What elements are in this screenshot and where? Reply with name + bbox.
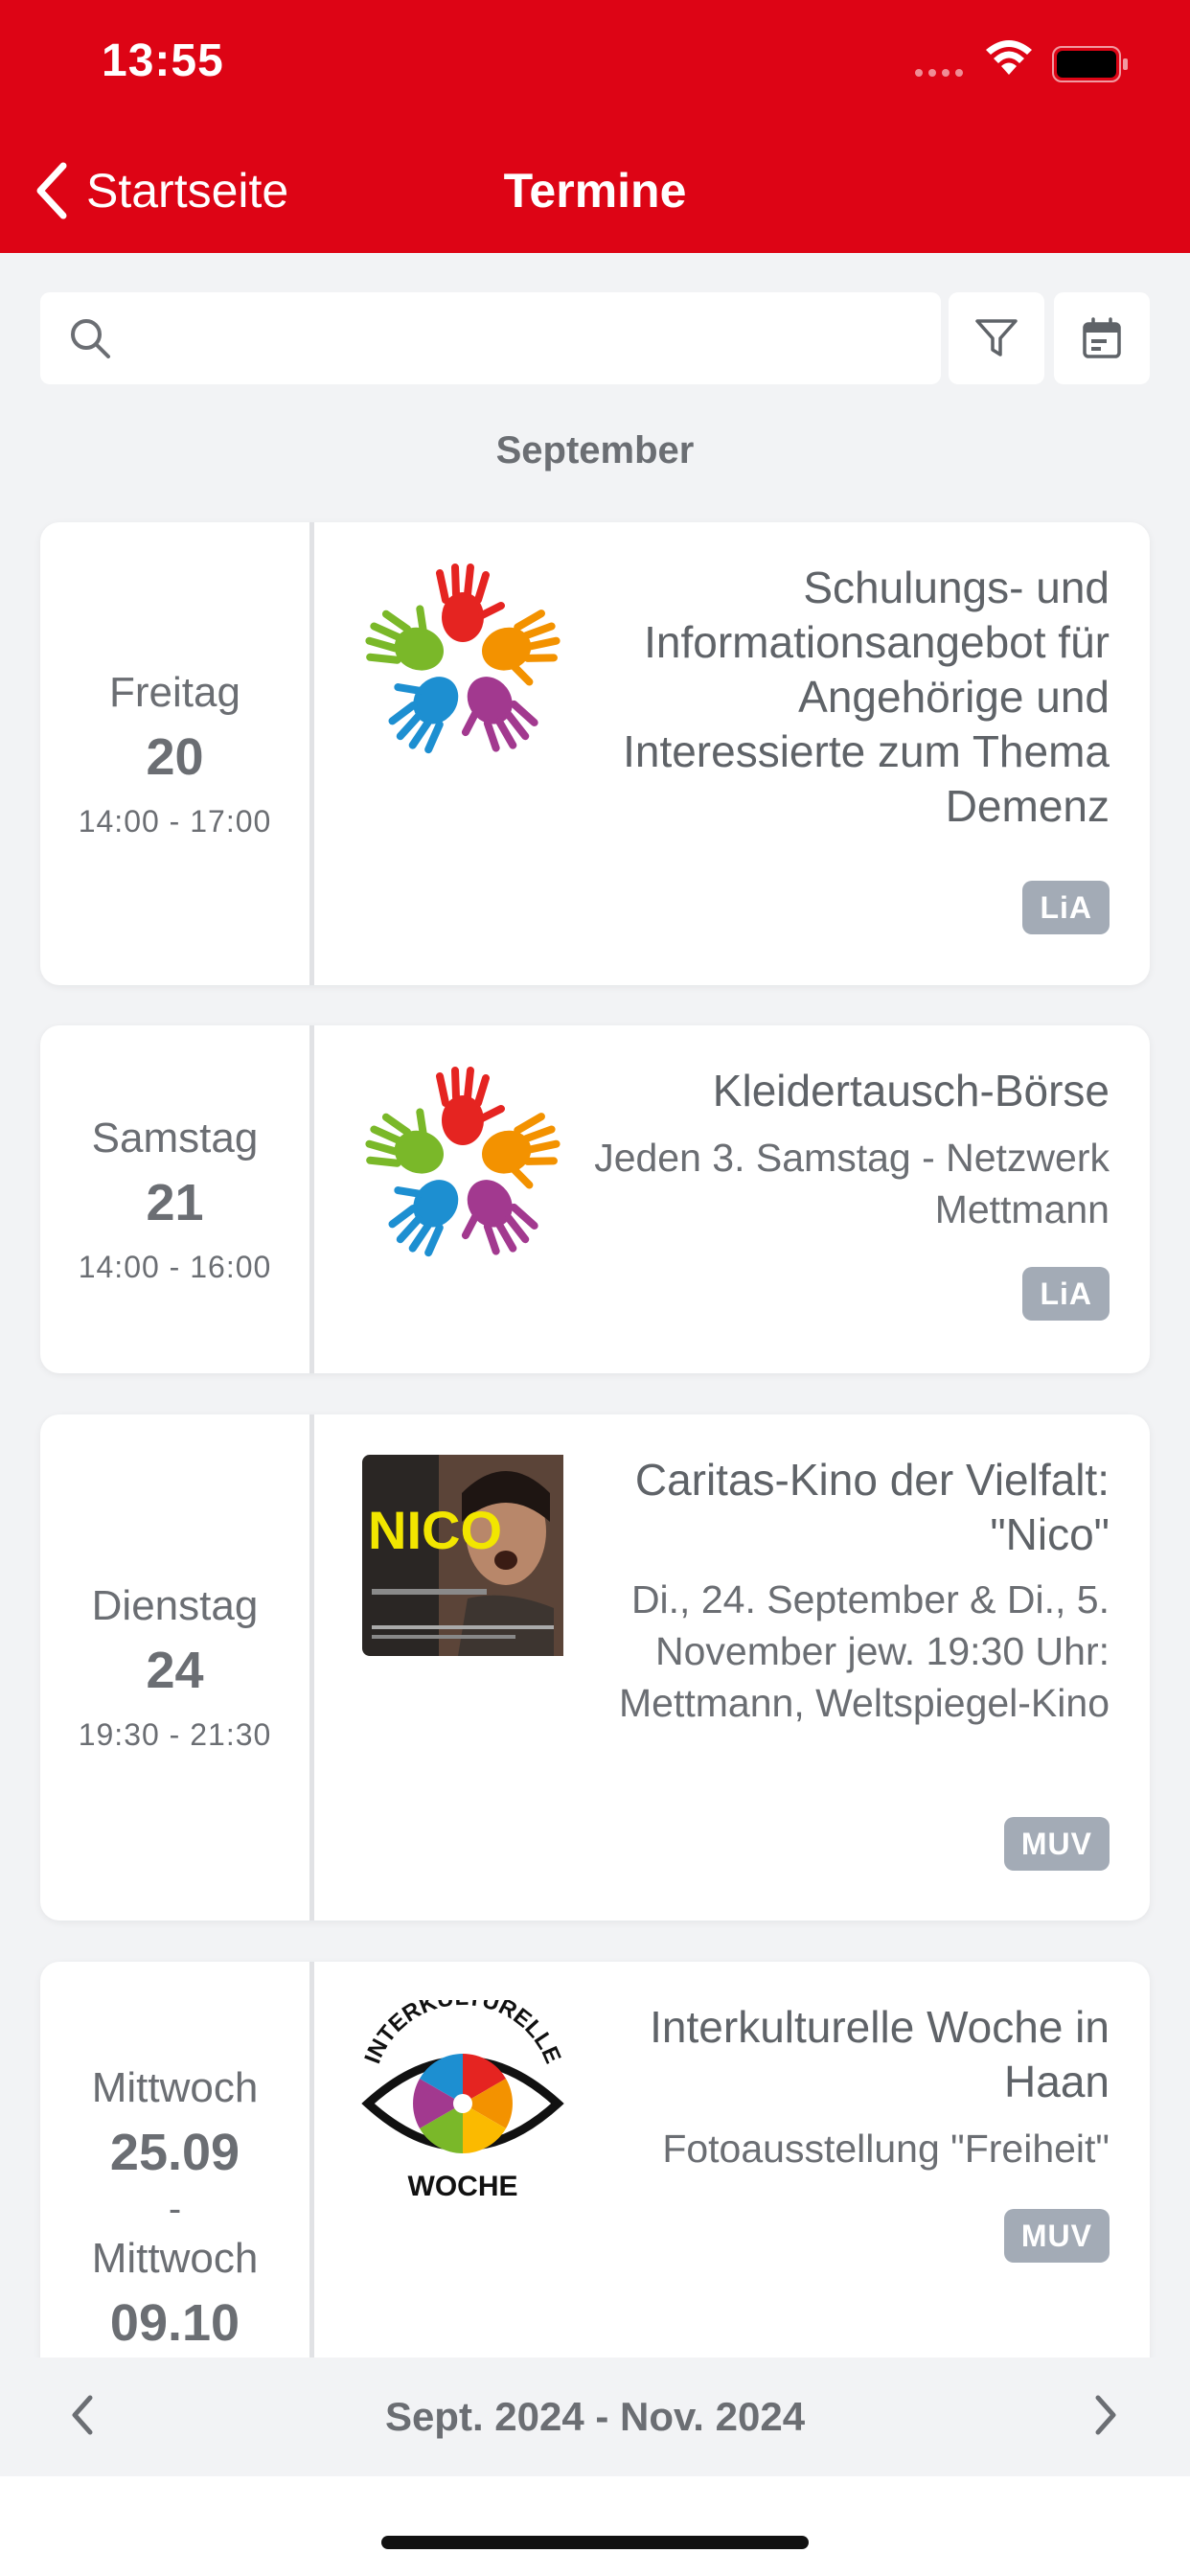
poster-title: NICO bbox=[368, 1500, 502, 1560]
event-card[interactable]: Freitag 20 14:00 - 17:00 Schulungs- und … bbox=[40, 522, 1150, 985]
category-badge: MUV bbox=[1003, 1817, 1110, 1871]
battery-icon bbox=[1052, 46, 1128, 82]
colorful-hands-logo bbox=[365, 1067, 561, 1257]
home-indicator[interactable] bbox=[381, 2536, 809, 2549]
event-subtitle: Jeden 3. Samstag - Netzwerk Mettmann bbox=[594, 1136, 1110, 1231]
cellular-signal-icon bbox=[915, 69, 963, 77]
event-title: Interkulturelle Woche in Haan bbox=[650, 2002, 1110, 2106]
event-subtitle: Fotoausstellung "Freiheit" bbox=[662, 2127, 1110, 2171]
event-day: 25.09 bbox=[109, 2124, 240, 2181]
filter-button[interactable] bbox=[949, 292, 1044, 384]
date-range-label: Sept. 2024 - Nov. 2024 bbox=[384, 2394, 806, 2439]
event-title: Caritas-Kino der Vielfalt: "Nico" bbox=[634, 1455, 1110, 1559]
event-date: Samstag 21 14:00 - 16:00 bbox=[40, 1025, 314, 1373]
svg-text:WOCHE: WOCHE bbox=[408, 2171, 518, 2202]
event-weekday: Mittwoch bbox=[91, 2064, 259, 2111]
event-time: 14:00 - 17:00 bbox=[78, 803, 272, 839]
event-time: 19:30 - 21:30 bbox=[78, 1717, 272, 1752]
calendar-button[interactable] bbox=[1054, 292, 1150, 384]
event-date: Dienstag 24 19:30 - 21:30 bbox=[40, 1414, 314, 1920]
event-text: Kleidertausch-Börse Jeden 3. Samstag - N… bbox=[573, 1064, 1110, 1235]
search-input[interactable] bbox=[136, 311, 922, 365]
event-day: 21 bbox=[146, 1173, 204, 1231]
page-title: Termine bbox=[503, 164, 687, 218]
nico-movie-poster: NICO bbox=[362, 1455, 563, 1656]
category-badge: MUV bbox=[1003, 2209, 1110, 2263]
chevron-right-icon bbox=[1095, 2395, 1116, 2435]
app-header: 13:55 Startseite Termine bbox=[0, 0, 1190, 253]
event-text: Caritas-Kino der Vielfalt: "Nico" Di., 2… bbox=[573, 1453, 1110, 1729]
event-weekday: Samstag bbox=[91, 1114, 259, 1162]
event-title: Kleidertausch-Börse bbox=[712, 1066, 1110, 1116]
wifi-icon bbox=[986, 40, 1032, 75]
category-badge: LiA bbox=[1022, 1267, 1110, 1321]
event-card[interactable]: Dienstag 24 19:30 - 21:30 NICO Caritas-K… bbox=[40, 1414, 1150, 1920]
calendar-icon bbox=[1083, 317, 1121, 358]
next-range-button[interactable] bbox=[1083, 2386, 1131, 2449]
event-day: 20 bbox=[146, 727, 204, 786]
event-text: Schulungs- und Informationsangebot für A… bbox=[573, 561, 1110, 834]
month-header: September bbox=[495, 429, 695, 472]
category-badge: LiA bbox=[1022, 881, 1110, 934]
event-card[interactable]: Samstag 21 14:00 - 16:00 Kleidertausch-B… bbox=[40, 1025, 1150, 1373]
status-time: 13:55 bbox=[102, 35, 224, 86]
interkulturelle-woche-logo: INTERKULTURELLE WOCHE bbox=[360, 2000, 565, 2202]
event-text: Interkulturelle Woche in Haan Fotoausste… bbox=[573, 2000, 1110, 2174]
event-date: Freitag 20 14:00 - 17:00 bbox=[40, 522, 314, 985]
event-weekday-end: Mittwoch bbox=[91, 2235, 259, 2282]
search-icon bbox=[71, 319, 110, 358]
event-time: 14:00 - 16:00 bbox=[78, 1249, 272, 1284]
event-weekday: Dienstag bbox=[91, 1582, 259, 1629]
date-range-bar: Sept. 2024 - Nov. 2024 bbox=[0, 2358, 1190, 2476]
event-subtitle: Di., 24. September & Di., 5. November je… bbox=[619, 1577, 1110, 1725]
event-weekday: Freitag bbox=[109, 668, 240, 716]
event-day-end: 09.10 bbox=[109, 2294, 240, 2352]
search-box[interactable] bbox=[40, 292, 941, 384]
filter-icon bbox=[975, 319, 1018, 356]
colorful-hands-logo bbox=[365, 564, 561, 754]
event-title: Schulungs- und Informationsangebot für A… bbox=[623, 563, 1110, 831]
home-indicator-area bbox=[0, 2476, 1190, 2576]
date-range-separator: - bbox=[168, 2188, 182, 2230]
event-day: 24 bbox=[146, 1642, 204, 1699]
